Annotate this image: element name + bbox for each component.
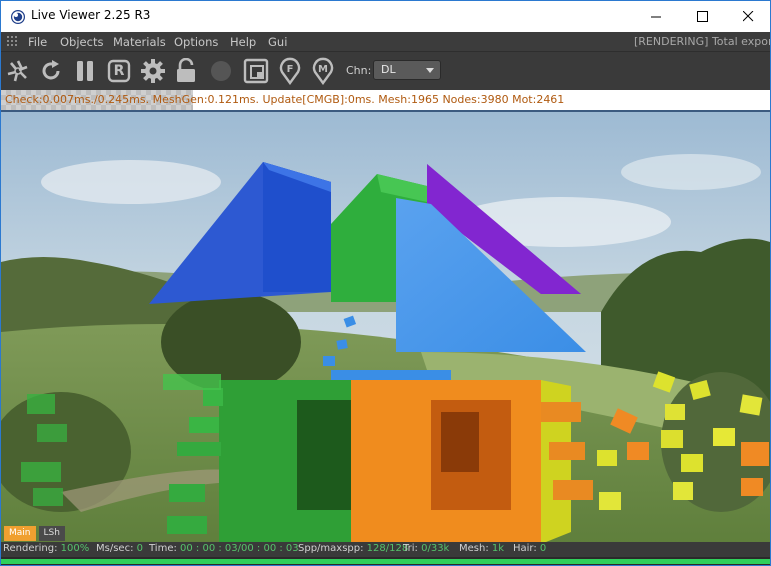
menu-materials[interactable]: Materials	[113, 35, 166, 49]
minimize-button[interactable]	[633, 1, 679, 32]
maximize-icon	[696, 11, 708, 22]
status-spp-value: 128/128	[366, 543, 409, 554]
status-bar: Rendering: 100% Ms/sec: 0 Time: 00 : 00 …	[1, 542, 770, 557]
crop-icon	[243, 58, 269, 84]
channel-label: Chn:	[346, 64, 372, 77]
status-hair-label: Hair:	[513, 543, 537, 554]
status-ms: Ms/sec: 0	[96, 543, 143, 554]
title-bar: Live Viewer 2.25 R3	[1, 1, 770, 32]
status-time-value: 00 : 00 : 03/00 : 00 : 03	[180, 543, 299, 554]
tab-main[interactable]: Main	[4, 526, 36, 541]
menu-help[interactable]: Help	[230, 35, 256, 49]
render-status-text: [RENDERING] Total export Time = 1009.715…	[634, 35, 770, 48]
lock-icon	[177, 58, 195, 82]
status-mesh: Mesh: 1k	[459, 543, 504, 554]
aperture-icon	[7, 60, 28, 82]
info-bar: Check:0.007ms./0.245ms. MeshGen:0.121ms.…	[1, 90, 770, 110]
lock-button[interactable]	[172, 56, 202, 86]
record-icon	[211, 61, 231, 81]
settings-button[interactable]	[138, 56, 168, 86]
render-progress-bar	[1, 557, 770, 565]
rendered-scene-image	[1, 112, 770, 542]
render-info-text: Check:0.007ms./0.245ms. MeshGen:0.121ms.…	[5, 93, 565, 106]
status-time-label: Time:	[149, 543, 177, 554]
status-rendering: Rendering: 100%	[3, 543, 89, 554]
minimize-icon	[650, 16, 661, 18]
status-spp-label: Spp/maxspp:	[298, 543, 364, 554]
menu-objects[interactable]: Objects	[60, 35, 103, 49]
layer-tabs: Main LSh	[4, 526, 65, 541]
status-time: Time: 00 : 00 : 03/00 : 00 : 03	[149, 543, 299, 554]
maximize-button[interactable]	[679, 1, 725, 32]
aperture-button[interactable]	[3, 56, 33, 86]
crop-button[interactable]	[241, 56, 271, 86]
channel-select[interactable]: DL	[373, 60, 441, 80]
close-button[interactable]	[725, 1, 770, 32]
grip-icon	[7, 36, 17, 46]
refresh-button[interactable]	[36, 56, 66, 86]
pause-icon	[77, 61, 93, 81]
focus-pin-button[interactable]: F	[275, 56, 305, 86]
region-letter: R	[113, 63, 125, 79]
material-pin-button[interactable]: M	[308, 56, 338, 86]
channel-select-value: DL	[381, 63, 396, 76]
menu-bar: File Objects Materials Options Help Gui …	[1, 32, 770, 52]
live-viewer-window: Live Viewer 2.25 R3 File Objects Materia…	[0, 0, 771, 566]
status-tri: Tri: 0/33k	[403, 543, 449, 554]
status-rendering-label: Rendering:	[3, 543, 58, 554]
menu-options[interactable]: Options	[174, 35, 218, 49]
status-mesh-value: 1k	[491, 543, 505, 554]
window-title: Live Viewer 2.25 R3	[31, 8, 151, 22]
focus-pin-letter: F	[286, 63, 294, 75]
settings-icon	[141, 59, 165, 83]
close-icon	[742, 11, 753, 22]
menu-file[interactable]: File	[28, 35, 47, 49]
status-hair-value: 0	[539, 543, 547, 554]
region-render-button[interactable]: R	[104, 56, 134, 86]
cinema4d-app-icon	[11, 10, 25, 24]
tab-lsh[interactable]: LSh	[38, 526, 65, 541]
status-mesh-label: Mesh:	[459, 543, 489, 554]
status-ms-value: 0	[136, 543, 143, 554]
status-hair: Hair: 0	[513, 543, 546, 554]
render-viewport[interactable]: Main LSh	[1, 110, 770, 542]
toolbar: R F M Chn: DL	[1, 52, 770, 90]
status-spp: Spp/maxspp: 128/128	[298, 543, 408, 554]
chevron-down-icon	[426, 68, 434, 73]
status-rendering-value: 100%	[60, 543, 90, 554]
status-ms-label: Ms/sec:	[96, 543, 134, 554]
render-progress-fill	[1, 559, 770, 564]
menu-gui[interactable]: Gui	[268, 35, 287, 49]
record-button[interactable]	[206, 56, 236, 86]
material-pin-letter: M	[318, 63, 328, 75]
status-tri-label: Tri:	[403, 543, 418, 554]
pause-button[interactable]	[70, 56, 100, 86]
refresh-icon	[42, 60, 60, 80]
status-tri-value: 0/33k	[421, 543, 450, 554]
